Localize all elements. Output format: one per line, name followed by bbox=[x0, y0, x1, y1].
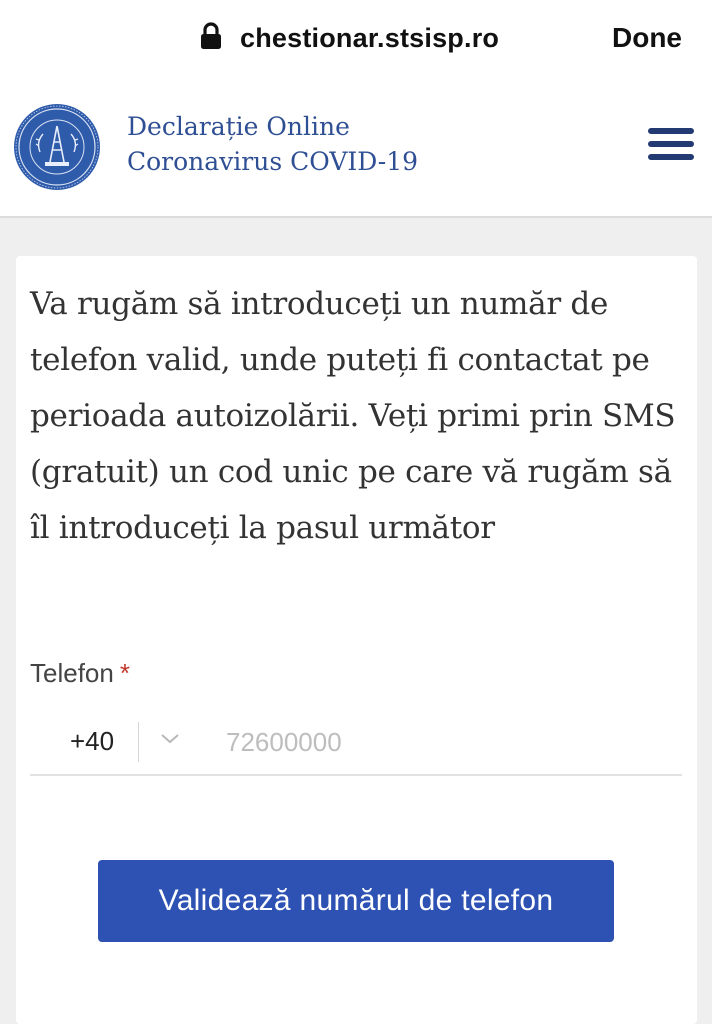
hamburger-menu-icon[interactable] bbox=[648, 128, 694, 164]
menu-bar bbox=[648, 154, 694, 160]
form-card: Va rugăm să introduceți un număr de tele… bbox=[16, 256, 697, 1024]
menu-bar bbox=[648, 141, 694, 147]
instructions-text: Va rugăm să introduceți un număr de tele… bbox=[30, 286, 676, 546]
phone-label: Telefon * bbox=[30, 658, 130, 689]
sts-emblem-icon[interactable] bbox=[12, 102, 102, 192]
country-code-selector[interactable]: +40 bbox=[70, 726, 114, 757]
site-title-line2: Coronavirus COVID-19 bbox=[127, 147, 419, 176]
validate-phone-button[interactable]: Validează numărul de telefon bbox=[98, 860, 614, 942]
menu-bar bbox=[648, 128, 694, 134]
site-title[interactable]: Declarație Online Coronavirus COVID-19 bbox=[127, 109, 418, 179]
phone-label-text: Telefon bbox=[30, 658, 114, 688]
country-code-divider bbox=[138, 722, 139, 762]
browser-url-bar: chestionar.stsisp.ro Done bbox=[0, 0, 712, 78]
url-text: chestionar.stsisp.ro bbox=[240, 22, 500, 53]
address-display[interactable]: chestionar.stsisp.ro bbox=[200, 18, 499, 58]
chevron-down-icon[interactable] bbox=[160, 732, 180, 746]
lock-icon bbox=[200, 22, 224, 54]
done-button[interactable]: Done bbox=[612, 18, 682, 58]
phone-field: +40 bbox=[30, 710, 682, 776]
required-marker: * bbox=[119, 658, 130, 688]
phone-input[interactable] bbox=[226, 720, 666, 764]
site-title-line1: Declarație Online bbox=[127, 112, 350, 141]
site-header: Declarație Online Coronavirus COVID-19 bbox=[0, 78, 712, 218]
